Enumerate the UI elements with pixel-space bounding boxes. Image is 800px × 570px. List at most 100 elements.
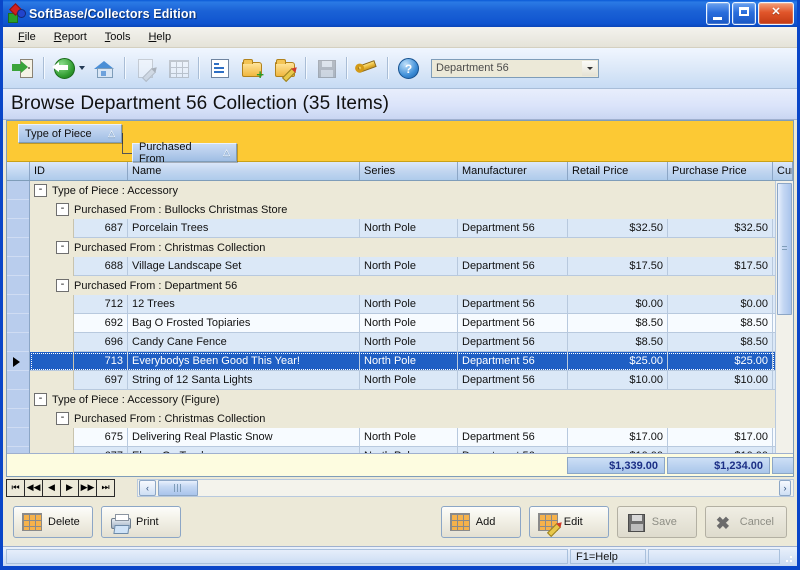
group-header-row[interactable]: - Purchased From : Christmas Collection <box>30 409 775 428</box>
cell-name[interactable]: Candy Cane Fence <box>128 332 360 352</box>
resize-grip-icon[interactable] <box>782 549 794 564</box>
column-header-curr[interactable]: Curr <box>773 162 793 180</box>
cell-retail-price[interactable]: $17.50 <box>568 256 668 276</box>
group-chip-type-of-piece[interactable]: Type of Piece △ <box>18 124 122 143</box>
table-row[interactable]: 692 Bag O Frosted Topiaries North Pole Depa… <box>30 313 775 333</box>
cell-id[interactable]: 687 <box>74 218 128 238</box>
menu-tools[interactable]: Tools <box>96 29 140 45</box>
cell-purchase-price[interactable]: $32.50 <box>668 218 773 238</box>
row-indicator-cell[interactable] <box>7 295 29 314</box>
table-row[interactable]: 696 Candy Cane Fence North Pole Department … <box>30 332 775 352</box>
print-button[interactable]: Print <box>101 506 181 538</box>
cell-manufacturer[interactable]: Department 56 <box>458 313 568 333</box>
row-indicator-cell[interactable] <box>7 219 29 238</box>
cell-series[interactable]: North Pole <box>360 256 458 276</box>
delete-button[interactable]: ✖ Delete <box>13 506 93 538</box>
row-indicator-cell[interactable] <box>7 238 29 257</box>
cell-manufacturer[interactable]: Department 56 <box>458 256 568 276</box>
cell-name[interactable]: Bag O Frosted Topiaries <box>128 313 360 333</box>
group-header-row[interactable]: - Purchased From : Bullocks Christmas Sto… <box>30 200 775 219</box>
cell-manufacturer[interactable]: Department 56 <box>458 218 568 238</box>
help-icon[interactable]: ? <box>392 52 424 84</box>
cell-retail-price[interactable]: $17.00 <box>568 427 668 447</box>
minimize-button[interactable] <box>706 2 730 25</box>
maximize-button[interactable] <box>732 2 756 25</box>
edit-button[interactable]: Edit <box>528 506 609 538</box>
cell-id[interactable]: 697 <box>74 370 128 390</box>
cell-manufacturer[interactable]: Department 56 <box>458 351 568 371</box>
cell-retail-price[interactable]: $0.00 <box>568 294 668 314</box>
table-row[interactable]: 687 Porcelain Trees North Pole Department 5… <box>30 218 775 238</box>
cell-retail-price[interactable]: $8.50 <box>568 313 668 333</box>
cell-id[interactable]: 688 <box>74 256 128 276</box>
column-header-series[interactable]: Series <box>360 162 458 180</box>
horizontal-scrollbar[interactable]: ‹ › <box>137 478 794 497</box>
cell-purchase-price[interactable]: $0.00 <box>668 294 773 314</box>
row-indicator-cell[interactable] <box>7 409 29 428</box>
menu-help[interactable]: Help <box>139 29 180 45</box>
row-indicator-cell[interactable] <box>7 181 29 200</box>
group-header-row[interactable]: - Type of Piece : Accessory <box>30 181 775 200</box>
cell-purchase-price[interactable]: $8.50 <box>668 332 773 352</box>
row-indicator-cell[interactable] <box>7 276 29 295</box>
table-row[interactable]: 712 12 Trees North Pole Department 56 $0.00 $… <box>30 294 775 314</box>
cell-id[interactable]: 675 <box>74 427 128 447</box>
horizontal-scroll-thumb[interactable] <box>158 479 198 496</box>
row-indicator-cell[interactable] <box>7 314 29 333</box>
column-header-id[interactable]: ID <box>30 162 128 180</box>
next-record-button[interactable]: ▶ <box>61 479 79 496</box>
next-page-button[interactable]: ▶▶ <box>79 479 97 496</box>
cell-id[interactable]: 713 <box>74 351 128 371</box>
sort-asc-icon[interactable]: △ <box>209 147 230 158</box>
cell-name[interactable]: String of 12 Santa Lights <box>128 370 360 390</box>
row-indicator-cell[interactable] <box>7 371 29 390</box>
column-header-manufacturer[interactable]: Manufacturer <box>458 162 568 180</box>
table-row[interactable]: 713 Everybodys Been Good This Year! North … <box>30 351 775 371</box>
back-icon[interactable] <box>48 52 80 84</box>
cell-name[interactable]: Delivering Real Plastic Snow <box>128 427 360 447</box>
row-indicator-cell[interactable] <box>7 200 29 219</box>
prev-page-button[interactable]: ◀◀ <box>25 479 43 496</box>
row-indicator-cell[interactable] <box>7 352 29 371</box>
group-collapse-icon[interactable]: - <box>56 203 69 216</box>
group-collapse-icon[interactable]: - <box>56 241 69 254</box>
cell-purchase-price[interactable]: $17.50 <box>668 256 773 276</box>
cell-purchase-price[interactable]: $25.00 <box>668 351 773 371</box>
group-header-row[interactable]: - Purchased From : Christmas Collection <box>30 238 775 257</box>
last-record-button[interactable]: ⏭ <box>97 480 114 496</box>
cell-manufacturer[interactable]: Department 56 <box>458 294 568 314</box>
cell-manufacturer[interactable]: Department 56 <box>458 332 568 352</box>
new-folder-icon[interactable]: + <box>236 52 268 84</box>
cell-retail-price[interactable]: $25.00 <box>568 351 668 371</box>
table-row[interactable]: 697 String of 12 Santa Lights North Pole De… <box>30 370 775 390</box>
cell-series[interactable]: North Pole <box>360 313 458 333</box>
group-collapse-icon[interactable]: - <box>34 393 47 406</box>
chevron-down-icon[interactable] <box>582 60 597 76</box>
prev-record-button[interactable]: ◀ <box>43 479 61 496</box>
column-header-retail-price[interactable]: Retail Price <box>568 162 668 180</box>
cell-name[interactable]: Everybodys Been Good This Year! <box>128 351 360 371</box>
exit-icon[interactable] <box>7 52 39 84</box>
group-by-bar[interactable]: Type of Piece △ Purchased From △ <box>7 121 793 165</box>
group-collapse-icon[interactable]: - <box>34 184 47 197</box>
cell-series[interactable]: North Pole <box>360 218 458 238</box>
scroll-right-button[interactable]: › <box>779 479 791 496</box>
sort-asc-icon[interactable]: △ <box>94 128 115 139</box>
menu-report[interactable]: Report <box>45 29 96 45</box>
cell-retail-price[interactable]: $32.50 <box>568 218 668 238</box>
cell-name[interactable]: Village Landscape Set <box>128 256 360 276</box>
group-chip-purchased-from[interactable]: Purchased From △ <box>132 141 237 165</box>
cell-series[interactable]: North Pole <box>360 351 458 371</box>
scroll-left-button[interactable]: ‹ <box>139 479 156 496</box>
cell-series[interactable]: North Pole <box>360 370 458 390</box>
cell-purchase-price[interactable]: $8.50 <box>668 313 773 333</box>
table-row[interactable]: 675 Delivering Real Plastic Snow North Pol… <box>30 427 775 447</box>
first-record-button[interactable]: ⏮ <box>7 479 25 496</box>
close-button[interactable]: ✕ <box>758 2 794 25</box>
vertical-scroll-thumb[interactable] <box>777 183 792 315</box>
browse-list-icon[interactable] <box>203 52 235 84</box>
menu-file[interactable]: File <box>9 29 45 45</box>
cell-id[interactable]: 712 <box>74 294 128 314</box>
row-indicator-cell[interactable] <box>7 428 29 447</box>
row-indicator-cell[interactable] <box>7 333 29 352</box>
